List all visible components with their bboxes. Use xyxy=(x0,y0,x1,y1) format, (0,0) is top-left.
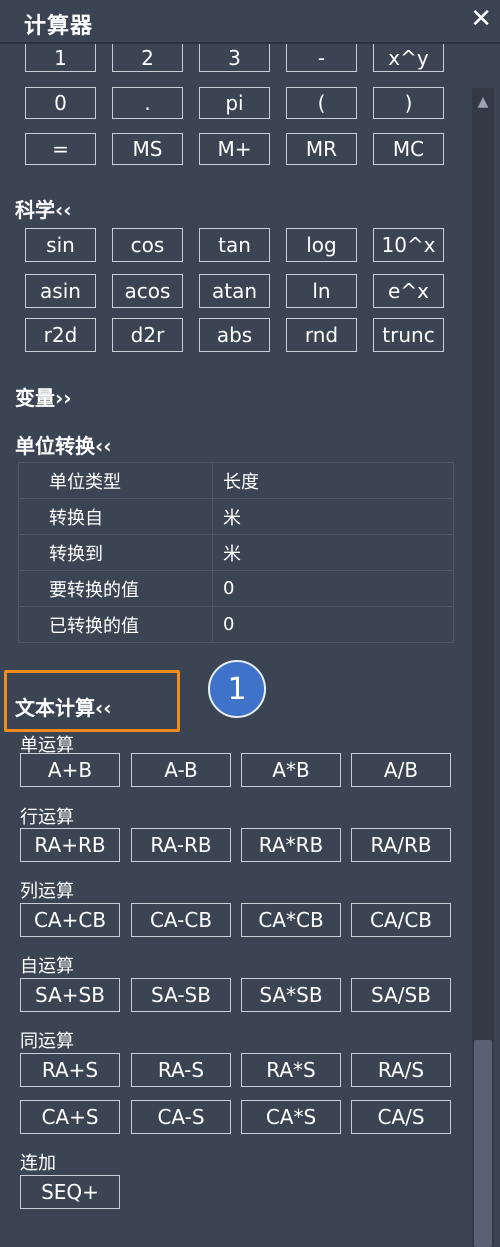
key-r2d[interactable]: r2d xyxy=(25,318,96,352)
key-3[interactable]: 3 xyxy=(199,44,270,72)
convert-to-value[interactable]: 米 xyxy=(212,534,454,571)
key-2[interactable]: 2 xyxy=(112,44,183,72)
key-atan[interactable]: atan xyxy=(199,274,270,308)
key-equals[interactable]: = xyxy=(25,133,96,165)
table-row[interactable]: 单位类型 长度 xyxy=(18,462,454,499)
key-mc[interactable]: MC xyxy=(373,133,444,165)
key-log[interactable]: log xyxy=(286,228,357,262)
science-heading[interactable]: 科学‹‹ xyxy=(15,194,71,223)
result-value-label: 已转换的值 xyxy=(18,606,213,643)
key-minus[interactable]: - xyxy=(286,44,357,72)
key-10-power[interactable]: 10^x xyxy=(373,228,444,262)
key-dot[interactable]: . xyxy=(112,87,183,119)
convert-to-label: 转换到 xyxy=(18,534,213,571)
col-add-button[interactable]: CA+CB xyxy=(20,903,120,937)
col-div-button[interactable]: CA/CB xyxy=(351,903,451,937)
row-ops-label: 行运算 xyxy=(20,807,74,828)
key-power[interactable]: x^y xyxy=(373,44,444,72)
same-row-add-button[interactable]: RA+S xyxy=(20,1053,120,1087)
key-ln[interactable]: ln xyxy=(286,274,357,308)
cell-sub-button[interactable]: A-B xyxy=(131,753,231,787)
key-d2r[interactable]: d2r xyxy=(112,318,183,352)
key-pi[interactable]: pi xyxy=(199,87,270,119)
key-acos[interactable]: acos xyxy=(112,274,183,308)
variables-heading[interactable]: 变量›› xyxy=(15,382,71,411)
unit-conversion-heading[interactable]: 单位转换‹‹ xyxy=(15,430,111,459)
key-abs[interactable]: abs xyxy=(199,318,270,352)
unit-conversion-table: 单位类型 长度 转换自 米 转换到 米 要转换的值 0 已转换的值 0 xyxy=(18,462,454,643)
self-mul-button[interactable]: SA*SB xyxy=(241,978,341,1012)
same-ops-label: 同运算 xyxy=(20,1031,74,1052)
table-row[interactable]: 要转换的值 0 xyxy=(18,570,454,607)
self-add-button[interactable]: SA+SB xyxy=(20,978,120,1012)
key-lparen[interactable]: ( xyxy=(286,87,357,119)
close-icon[interactable]: ✕ xyxy=(470,4,492,34)
row-mul-button[interactable]: RA*RB xyxy=(241,828,341,862)
convert-from-value[interactable]: 米 xyxy=(212,498,454,535)
key-sin[interactable]: sin xyxy=(25,228,96,262)
same-row-div-button[interactable]: RA/S xyxy=(351,1053,451,1087)
table-row[interactable]: 转换自 米 xyxy=(18,498,454,535)
seq-sum-button[interactable]: SEQ+ xyxy=(20,1175,120,1209)
key-cos[interactable]: cos xyxy=(112,228,183,262)
key-rnd[interactable]: rnd xyxy=(286,318,357,352)
same-row-mul-button[interactable]: RA*S xyxy=(241,1053,341,1087)
row-sub-button[interactable]: RA-RB xyxy=(131,828,231,862)
key-0[interactable]: 0 xyxy=(25,87,96,119)
convert-from-label: 转换自 xyxy=(18,498,213,535)
same-col-div-button[interactable]: CA/S xyxy=(351,1100,451,1134)
cell-add-button[interactable]: A+B xyxy=(20,753,120,787)
same-col-mul-button[interactable]: CA*S xyxy=(241,1100,341,1134)
col-sub-button[interactable]: CA-CB xyxy=(131,903,231,937)
input-value-label: 要转换的值 xyxy=(18,570,213,607)
window-title: 计算器 xyxy=(24,14,94,39)
unit-type-label: 单位类型 xyxy=(18,462,213,499)
table-row[interactable]: 已转换的值 0 xyxy=(18,606,454,643)
row-div-button[interactable]: RA/RB xyxy=(351,828,451,862)
self-sub-button[interactable]: SA-SB xyxy=(131,978,231,1012)
key-e-power[interactable]: e^x xyxy=(373,274,444,308)
table-row[interactable]: 转换到 米 xyxy=(18,534,454,571)
input-value-field[interactable]: 0 xyxy=(212,570,454,607)
key-1[interactable]: 1 xyxy=(25,44,96,72)
title-bar: 计算器 ✕ xyxy=(0,0,500,44)
same-row-sub-button[interactable]: RA-S xyxy=(131,1053,231,1087)
cell-div-button[interactable]: A/B xyxy=(351,753,451,787)
key-trunc[interactable]: trunc xyxy=(373,318,444,352)
key-rparen[interactable]: ) xyxy=(373,87,444,119)
result-value: 0 xyxy=(212,606,454,643)
text-calc-heading[interactable]: 文本计算‹‹ xyxy=(15,692,111,721)
scrollbar-thumb[interactable] xyxy=(474,1040,492,1247)
key-mr[interactable]: MR xyxy=(286,133,357,165)
row-add-button[interactable]: RA+RB xyxy=(20,828,120,862)
same-col-sub-button[interactable]: CA-S xyxy=(131,1100,231,1134)
key-ms[interactable]: MS xyxy=(112,133,183,165)
self-ops-label: 自运算 xyxy=(20,956,74,977)
col-ops-label: 列运算 xyxy=(20,881,74,902)
key-asin[interactable]: asin xyxy=(25,274,96,308)
col-mul-button[interactable]: CA*CB xyxy=(241,903,341,937)
self-div-button[interactable]: SA/SB xyxy=(351,978,451,1012)
unit-type-value[interactable]: 长度 xyxy=(212,462,454,499)
sum-label: 连加 xyxy=(20,1153,56,1174)
key-m-plus[interactable]: M+ xyxy=(199,133,270,165)
step-badge: 1 xyxy=(208,660,266,718)
same-col-add-button[interactable]: CA+S xyxy=(20,1100,120,1134)
key-tan[interactable]: tan xyxy=(199,228,270,262)
scroll-up-icon[interactable]: ▲ xyxy=(472,90,494,114)
cell-mul-button[interactable]: A*B xyxy=(241,753,341,787)
